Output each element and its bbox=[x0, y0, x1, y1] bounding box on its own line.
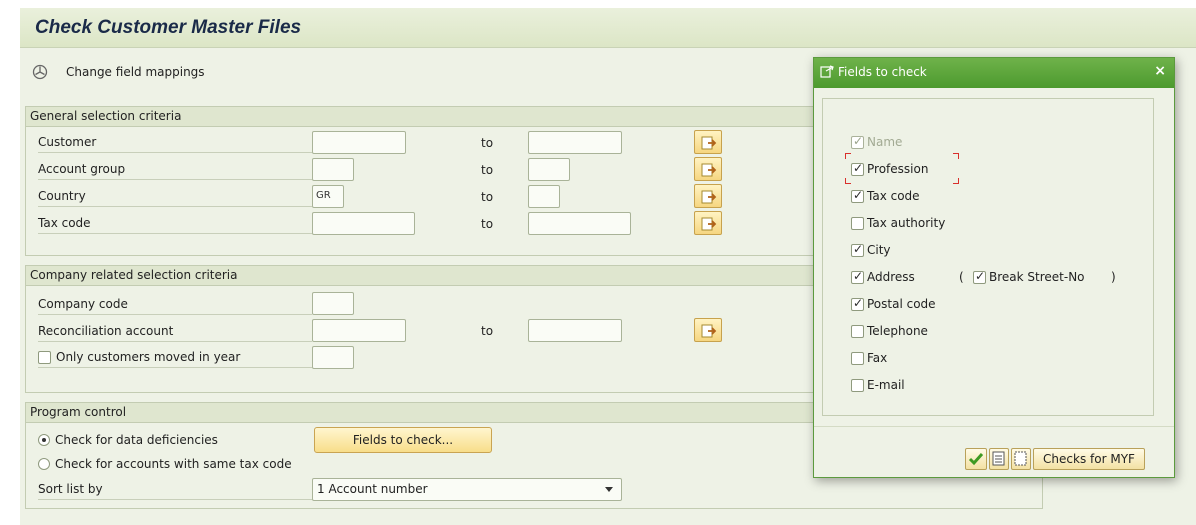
to-label: to bbox=[481, 324, 494, 338]
customer-label: Customer bbox=[38, 135, 97, 149]
account-group-from-input[interactable] bbox=[312, 158, 354, 181]
field-tax-authority-checkbox[interactable] bbox=[851, 217, 864, 230]
field-postal-code-label: Postal code bbox=[867, 297, 936, 311]
multiple-selection-button[interactable] bbox=[694, 318, 722, 342]
multiple-selection-button[interactable] bbox=[694, 211, 722, 235]
title-bar: Check Customer Master Files bbox=[20, 8, 1196, 48]
deselect-all-icon bbox=[1014, 451, 1027, 466]
break-street-label: Break Street-No bbox=[989, 270, 1085, 284]
customer-from-input[interactable] bbox=[312, 131, 406, 154]
country-from-input[interactable]: GR bbox=[312, 185, 344, 208]
check-deficiencies-label: Check for data deficiencies bbox=[55, 433, 218, 447]
only-moved-label: Only customers moved in year bbox=[56, 350, 241, 364]
checkmark-icon bbox=[968, 453, 984, 466]
to-label: to bbox=[481, 190, 494, 204]
sort-list-value: 1 Account number bbox=[317, 482, 428, 496]
reconciliation-from-input[interactable] bbox=[312, 319, 406, 342]
customer-to-input[interactable] bbox=[528, 131, 622, 154]
dialog-title: Fields to check bbox=[838, 65, 927, 79]
fields-to-check-button[interactable]: Fields to check... bbox=[314, 427, 492, 453]
field-tax-code-label: Tax code bbox=[867, 189, 920, 203]
tax-code-to-input[interactable] bbox=[528, 212, 631, 235]
account-group-to-input[interactable] bbox=[528, 158, 570, 181]
fields-list-panel: Name Profession Tax code Tax authority C… bbox=[822, 98, 1154, 416]
window-icon bbox=[820, 65, 834, 82]
to-label: to bbox=[481, 163, 494, 177]
field-telephone-checkbox[interactable] bbox=[851, 325, 864, 338]
field-name-label: Name bbox=[867, 135, 903, 149]
field-profession-checkbox[interactable] bbox=[851, 161, 864, 176]
arrow-right-icon bbox=[701, 136, 717, 150]
label-divider bbox=[38, 179, 312, 180]
field-address-item: Address ( Break Street-No ) bbox=[851, 269, 1141, 286]
chevron-down-icon bbox=[605, 487, 613, 492]
dialog-divider bbox=[814, 426, 1174, 444]
fields-to-check-dialog: Fields to check × Name Profession Tax co… bbox=[813, 57, 1175, 478]
reconciliation-account-label: Reconciliation account bbox=[38, 324, 174, 338]
label-divider bbox=[38, 341, 312, 342]
company-code-label: Company code bbox=[38, 297, 128, 311]
field-city-label: City bbox=[867, 243, 891, 257]
only-moved-checkbox[interactable] bbox=[38, 351, 51, 364]
reconciliation-to-input[interactable] bbox=[528, 319, 622, 342]
label-divider bbox=[38, 206, 312, 207]
field-profession-label: Profession bbox=[867, 162, 929, 176]
cube-icon[interactable] bbox=[32, 64, 48, 80]
check-same-tax-radio[interactable] bbox=[38, 458, 50, 470]
field-email-checkbox[interactable] bbox=[851, 379, 864, 392]
field-telephone-label: Telephone bbox=[867, 324, 928, 338]
field-fax-label: Fax bbox=[867, 351, 888, 365]
field-tax-code-checkbox[interactable] bbox=[851, 188, 864, 203]
arrow-right-icon bbox=[701, 217, 717, 231]
field-fax-checkbox[interactable] bbox=[851, 352, 864, 365]
tax-code-from-input[interactable] bbox=[312, 212, 415, 235]
select-all-button[interactable] bbox=[989, 448, 1009, 470]
sort-list-dropdown[interactable]: 1 Account number bbox=[312, 478, 622, 501]
to-label: to bbox=[481, 217, 494, 231]
change-field-mappings-button[interactable]: Change field mappings bbox=[66, 65, 205, 79]
label-divider bbox=[38, 314, 312, 315]
focus-marker bbox=[845, 153, 851, 159]
label-divider bbox=[38, 152, 312, 153]
check-deficiencies-radio[interactable] bbox=[38, 434, 50, 446]
company-code-input[interactable] bbox=[312, 292, 354, 315]
account-group-label: Account group bbox=[38, 162, 126, 176]
focus-marker bbox=[953, 153, 959, 159]
arrow-right-icon bbox=[701, 163, 717, 177]
close-icon[interactable]: × bbox=[1154, 63, 1166, 79]
arrow-right-icon bbox=[701, 190, 717, 204]
country-to-input[interactable] bbox=[528, 185, 560, 208]
deselect-all-button[interactable] bbox=[1011, 448, 1031, 470]
field-tax-authority-label: Tax authority bbox=[867, 216, 946, 230]
multiple-selection-button[interactable] bbox=[694, 184, 722, 208]
label-divider bbox=[38, 499, 312, 500]
check-same-tax-label: Check for accounts with same tax code bbox=[55, 457, 292, 471]
confirm-button[interactable] bbox=[965, 448, 987, 470]
arrow-right-icon bbox=[701, 324, 717, 338]
multiple-selection-button[interactable] bbox=[694, 157, 722, 181]
focus-marker bbox=[953, 178, 959, 184]
focus-marker bbox=[845, 178, 851, 184]
field-name-checkbox bbox=[851, 134, 864, 149]
break-close-paren: ) bbox=[1111, 270, 1116, 284]
break-open-paren: ( bbox=[959, 270, 964, 284]
to-label: to bbox=[481, 136, 494, 150]
field-address-checkbox[interactable] bbox=[851, 269, 864, 284]
multiple-selection-button[interactable] bbox=[694, 130, 722, 154]
tax-code-label: Tax code bbox=[38, 216, 91, 230]
page-title: Check Customer Master Files bbox=[35, 17, 302, 38]
field-email-label: E-mail bbox=[867, 378, 905, 392]
select-all-icon bbox=[992, 451, 1005, 466]
label-divider bbox=[38, 367, 312, 368]
label-divider bbox=[38, 233, 312, 234]
sort-list-label: Sort list by bbox=[38, 482, 103, 496]
checks-for-myf-button[interactable]: Checks for MYF bbox=[1033, 448, 1145, 470]
field-postal-code-checkbox[interactable] bbox=[851, 296, 864, 311]
break-street-checkbox[interactable] bbox=[973, 269, 986, 284]
country-label: Country bbox=[38, 189, 86, 203]
field-city-checkbox[interactable] bbox=[851, 242, 864, 257]
dialog-titlebar[interactable]: Fields to check × bbox=[814, 58, 1174, 88]
moved-year-input[interactable] bbox=[312, 346, 354, 369]
field-address-label: Address bbox=[867, 270, 915, 284]
